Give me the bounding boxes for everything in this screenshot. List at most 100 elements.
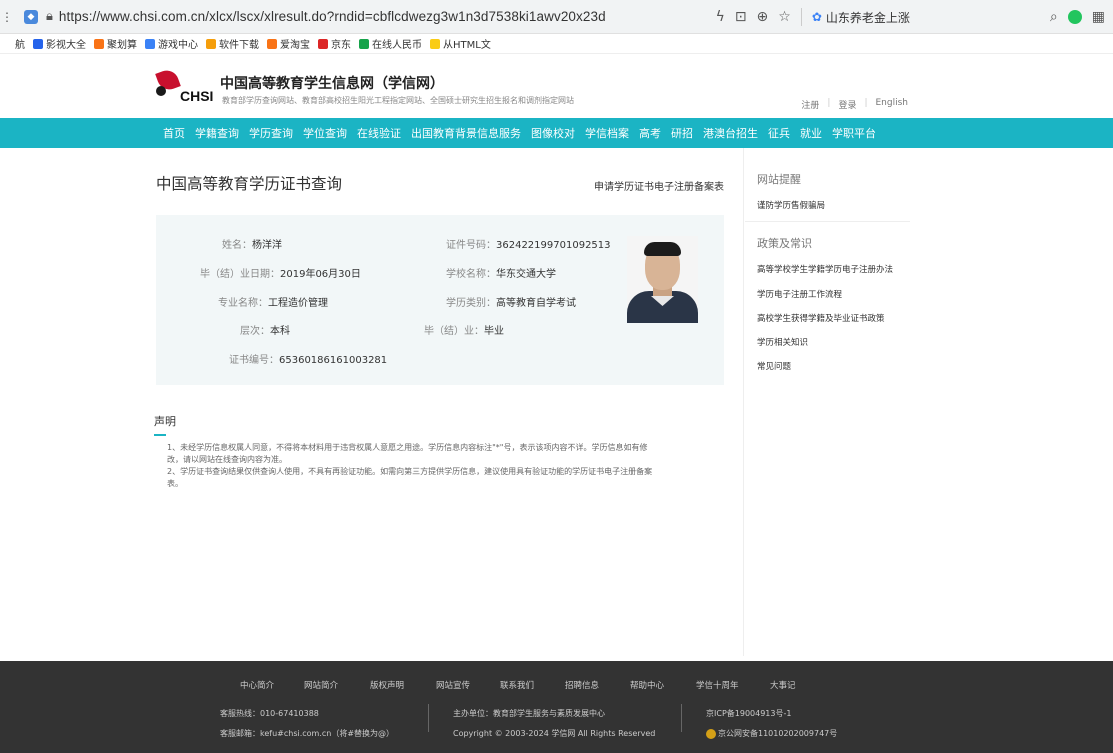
footer-nav-item[interactable]: 中心简介 <box>240 679 274 691</box>
nav-item[interactable]: 学位查询 <box>303 125 347 141</box>
declaration-section: 声明 1、未经学历信息权属人同意，不得将本材料用于违背权属人意愿之用途。学历信息… <box>154 413 744 490</box>
nav-item[interactable]: 研招 <box>671 125 693 141</box>
bookmark-item[interactable]: 聚划算 <box>94 36 137 51</box>
zoom-icon[interactable]: ⊕ <box>757 9 769 25</box>
police-link[interactable]: 京公网安备11010202009747号 <box>706 728 837 739</box>
icp-link[interactable]: 京ICP备19004913号-1 <box>706 708 791 719</box>
chsi-logo-icon <box>155 67 181 98</box>
bookmark-item[interactable]: 从HTML文 <box>430 36 491 51</box>
login-link[interactable]: 登录 <box>838 98 856 111</box>
edu-type-field: 学历类别：高等教育自学考试 <box>446 298 576 309</box>
nav-item[interactable]: 高考 <box>639 125 661 141</box>
nav-item[interactable]: 图像校对 <box>531 125 575 141</box>
nav-item[interactable]: 港澳台招生 <box>703 125 758 141</box>
browser-address-bar: ⋮ ◆ 🔒︎ https://www.chsi.com.cn/xlcx/lscx… <box>0 0 1113 34</box>
footer-separator <box>681 704 682 732</box>
site-header: 中国高等教育学生信息网（学信网） CHSI 教育部学历查询网站、教育部高校招生阳… <box>0 54 1113 118</box>
hot-search-text: 山东养老金上涨 <box>825 10 910 25</box>
policy-link[interactable]: 学历相关知识 <box>757 336 808 348</box>
main-nav: 首页 学籍查询 学历查询 学位查询 在线验证 出国教育背景信息服务 图像校对 学信档案 高考 研招… <box>0 118 1113 148</box>
hot-search-link[interactable]: ✿ 山东养老金上涨 <box>812 9 910 26</box>
footer-nav-item[interactable]: 联系我们 <box>500 679 534 691</box>
declaration-underline <box>154 434 166 436</box>
major-field: 专业名称：工程造价管理 <box>218 298 328 309</box>
edu-type-value: 高等教育自学考试 <box>496 298 576 309</box>
bookmark-label: 爱淘宝 <box>280 40 310 51</box>
main-content: 中国高等教育学历证书查询 申请学历证书电子注册备案表 姓名：杨洋洋 证件号码：3… <box>0 148 1113 656</box>
bookmark-label: 在线人民币 <box>372 40 422 51</box>
english-link[interactable]: English <box>876 98 909 111</box>
toolbar-divider <box>800 8 802 26</box>
site-footer: 中心简介 网站简介 版权声明 网站宣传 联系我们 招聘信息 帮助中心 学信十周年 大事记 客服热… <box>0 661 1113 753</box>
student-photo <box>627 236 698 323</box>
nav-item[interactable]: 在线验证 <box>357 125 401 141</box>
bookmark-item[interactable]: 爱淘宝 <box>267 36 310 51</box>
apply-cert-link[interactable]: 申请学历证书电子注册备案表 <box>594 178 724 193</box>
star-icon[interactable]: ☆ <box>778 9 791 25</box>
bookmark-item[interactable]: 京东 <box>318 36 351 51</box>
url-field[interactable]: https://www.chsi.com.cn/xlcx/lscx/xlresu… <box>59 9 606 24</box>
nav-item[interactable]: 首页 <box>163 125 185 141</box>
reminder-link[interactable]: 谨防学历售假骗局 <box>757 199 825 211</box>
apps-grid-icon[interactable]: ▦ <box>1092 9 1105 25</box>
bookmark-icon <box>318 38 328 49</box>
declaration-p1a: 1、未经学历信息权属人同意，不得将本材料用于违背权属人意愿之用途。学历信息内容标… <box>167 443 648 452</box>
extension-icon[interactable] <box>1067 10 1082 24</box>
register-link[interactable]: 注册 <box>801 98 819 111</box>
bookmark-item[interactable]: 在线人民币 <box>359 36 422 51</box>
grad-date-value: 2019年06月30日 <box>280 269 361 280</box>
nav-item[interactable]: 征兵 <box>768 125 790 141</box>
declaration-p1b: 改，请以网站在线查询内容为准。 <box>167 455 287 464</box>
email-text: 客服邮箱：kefu#chsi.com.cn（将#替换为@） <box>220 729 395 738</box>
lock-icon[interactable]: 🔒︎ <box>46 9 53 24</box>
declaration-title: 声明 <box>154 415 176 428</box>
policy-link[interactable]: 高等学校学生学籍学历电子注册办法 <box>757 263 893 275</box>
bookmark-item[interactable]: 影视大全 <box>33 36 86 51</box>
school-value: 华东交通大学 <box>496 269 556 280</box>
policy-link[interactable]: 常见问题 <box>757 360 791 372</box>
footer-nav-item[interactable]: 网站简介 <box>304 679 338 691</box>
policy-link[interactable]: 学历电子注册工作流程 <box>757 288 842 300</box>
nav-item[interactable]: 学信档案 <box>585 125 629 141</box>
policy-title: 政策及常识 <box>757 237 812 250</box>
bookmark-item[interactable]: 软件下载 <box>206 36 259 51</box>
footer-nav-item[interactable]: 招聘信息 <box>565 679 599 691</box>
bookmark-item[interactable]: 航 <box>2 36 25 51</box>
declaration-text: 1、未经学历信息权属人同意，不得将本材料用于违背权属人意愿之用途。学历信息内容标… <box>154 442 744 490</box>
bookmark-icon <box>267 38 277 49</box>
bookmark-icon <box>145 38 155 49</box>
screenshot-icon[interactable]: ⊡ <box>735 9 747 25</box>
bookmark-item[interactable]: 游戏中心 <box>145 36 198 51</box>
footer-separator <box>428 704 429 732</box>
footer-nav-item[interactable]: 版权声明 <box>370 679 404 691</box>
search-icon[interactable]: ⌕ <box>1050 9 1058 25</box>
host-text: 主办单位：教育部学生服务与素质发展中心 <box>453 709 605 718</box>
reminder-title: 网站提醒 <box>757 173 801 186</box>
level-field: 层次：本科 <box>240 326 290 337</box>
nav-item[interactable]: 出国教育背景信息服务 <box>411 125 521 141</box>
paw-icon: ✿ <box>811 10 822 24</box>
nav-item[interactable]: 学历查询 <box>249 125 293 141</box>
security-shield-icon[interactable]: ◆ <box>24 9 38 24</box>
bookmark-icon <box>94 38 104 49</box>
nav-item[interactable]: 学籍查询 <box>195 125 239 141</box>
school-field: 学校名称：华东交通大学 <box>446 269 556 280</box>
lightning-icon[interactable]: ϟ <box>716 9 725 25</box>
nav-item[interactable]: 学职平台 <box>832 125 876 141</box>
footer-nav-item[interactable]: 学信十周年 <box>696 679 739 691</box>
bookmark-label: 游戏中心 <box>158 40 198 51</box>
bookmark-label: 聚划算 <box>107 40 137 51</box>
id-value: 362422199701092513 <box>496 240 611 251</box>
nav-item[interactable]: 就业 <box>800 125 822 141</box>
policy-link[interactable]: 高校学生获得学籍及毕业证书政策 <box>757 312 885 324</box>
declaration-p2b: 表。 <box>167 479 183 488</box>
chsi-logo[interactable] <box>155 67 181 98</box>
menu-icon[interactable]: ⋮ <box>0 10 14 24</box>
bookmark-icon <box>33 38 43 49</box>
footer-nav-item[interactable]: 大事记 <box>770 679 796 691</box>
footer-nav-item[interactable]: 帮助中心 <box>630 679 664 691</box>
bookmark-icon <box>430 38 440 49</box>
footer-nav-item[interactable]: 网站宣传 <box>436 679 470 691</box>
declaration-p2a: 2、学历证书查询结果仅供查询人使用，不具有再验证功能。如需向第三方提供学历信息，… <box>167 467 653 476</box>
cert-number-field: 证书编号：65360186161003281 <box>229 355 388 366</box>
